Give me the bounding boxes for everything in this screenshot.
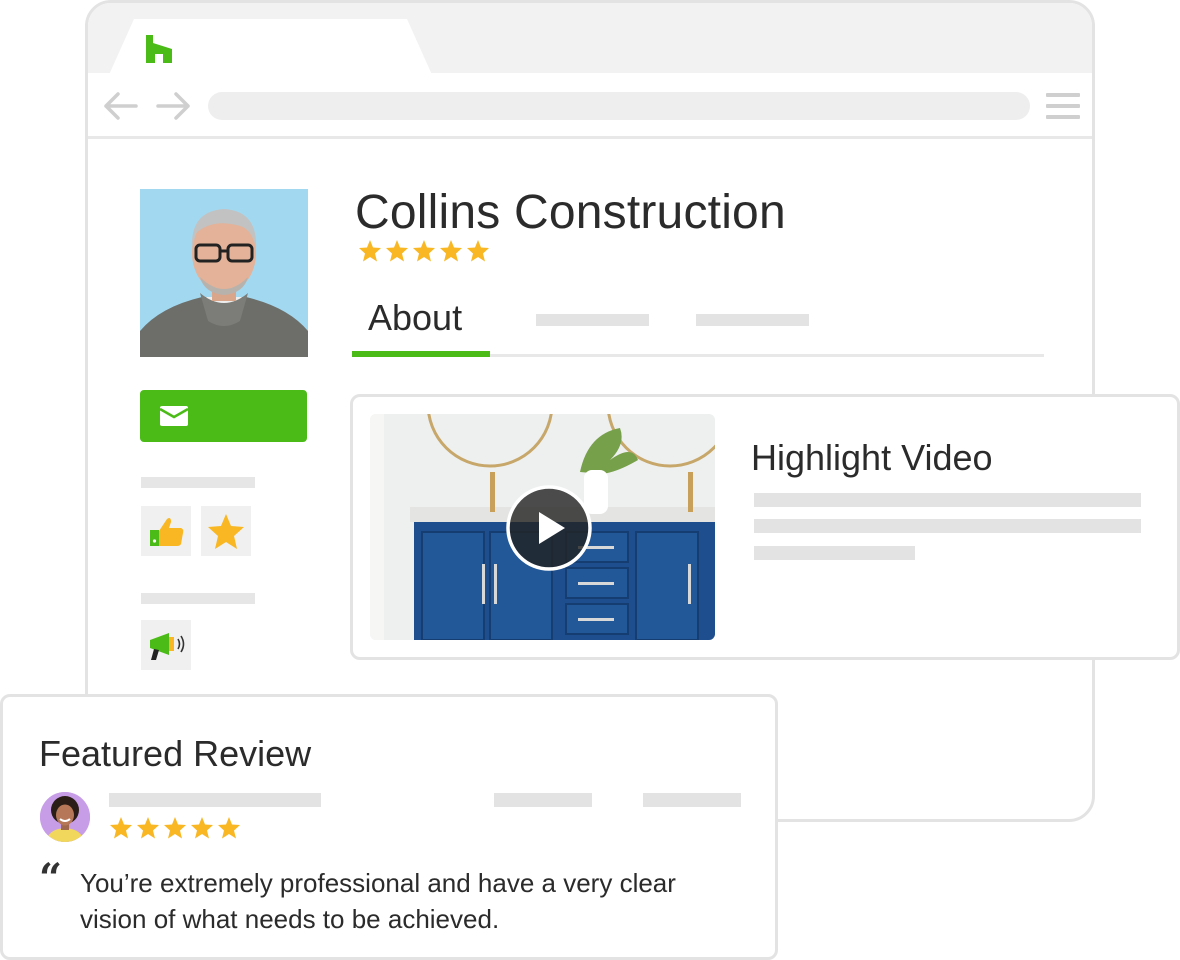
tab-placeholder[interactable] — [536, 314, 649, 326]
video-description-placeholder — [754, 546, 915, 560]
sidebar-placeholder — [141, 593, 255, 604]
sidebar-placeholder — [141, 477, 255, 488]
star-icon — [110, 817, 132, 839]
thumbs-up-icon — [150, 518, 184, 546]
profile-photo-image — [140, 189, 308, 357]
mail-icon — [160, 406, 188, 426]
play-icon[interactable] — [505, 484, 593, 572]
megaphone-badge[interactable] — [141, 620, 191, 670]
arrow-right-icon[interactable] — [156, 91, 192, 121]
star-icon — [191, 817, 213, 839]
megaphone-icon — [150, 633, 185, 660]
video-thumbnail[interactable] — [370, 414, 715, 640]
stage: Collins Construction About Highlight Vid… — [0, 0, 1180, 960]
review-meta-placeholder — [643, 793, 741, 807]
houzz-logo-icon — [146, 35, 172, 63]
reviewer-avatar-image — [40, 792, 90, 842]
profile-tabs: About — [352, 293, 1044, 357]
review-meta-placeholder — [494, 793, 592, 807]
browser-toolbar — [88, 73, 1092, 139]
browser-tab-bar — [88, 3, 1092, 77]
video-description-placeholder — [754, 493, 1141, 507]
review-title: Featured Review — [39, 733, 312, 774]
tab-about[interactable]: About — [352, 293, 490, 357]
active-tab-indicator — [352, 351, 490, 357]
thumbs-up-badge[interactable] — [141, 506, 191, 556]
star-icon — [440, 240, 462, 262]
tab-placeholder[interactable] — [696, 314, 809, 326]
avatar — [40, 792, 90, 842]
reviewer-name-placeholder — [109, 793, 321, 807]
highlight-video-card: Highlight Video — [350, 394, 1180, 660]
video-description-placeholder — [754, 519, 1141, 533]
arrow-left-icon[interactable] — [102, 91, 138, 121]
star-icon — [413, 240, 435, 262]
hamburger-menu-icon[interactable] — [1046, 93, 1080, 121]
star-icon — [208, 514, 244, 549]
review-text: You’re extremely professional and have a… — [80, 868, 676, 934]
featured-review-card: Featured Review “ You’re extremely profe… — [0, 694, 778, 960]
business-rating — [358, 239, 490, 263]
contact-button[interactable] — [140, 390, 307, 442]
quote-icon: “ — [39, 855, 63, 902]
star-badge[interactable] — [201, 506, 251, 556]
star-icon — [164, 817, 186, 839]
profile-photo — [140, 189, 308, 357]
video-title: Highlight Video — [751, 437, 993, 478]
tab-about-label: About — [368, 297, 463, 338]
review-rating — [109, 816, 241, 840]
address-bar[interactable] — [208, 92, 1030, 120]
star-icon — [137, 817, 159, 839]
star-icon — [218, 817, 240, 839]
business-name: Collins Construction — [355, 186, 786, 239]
star-icon — [467, 240, 489, 262]
star-icon — [359, 240, 381, 262]
star-icon — [386, 240, 408, 262]
